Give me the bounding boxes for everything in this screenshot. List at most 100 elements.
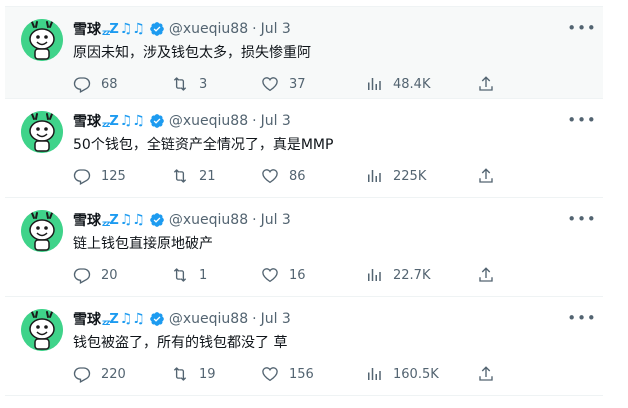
view-count: 160.5K — [393, 366, 439, 382]
retweet-count: 21 — [199, 168, 216, 184]
share-icon — [479, 366, 493, 381]
display-name[interactable]: 雪球 — [73, 19, 101, 39]
like-count: 86 — [289, 168, 306, 184]
views-chart-icon — [368, 368, 381, 380]
views-chart-icon — [368, 170, 381, 182]
reply-count: 220 — [101, 366, 126, 382]
user-handle[interactable]: @xueqiu88 — [169, 311, 248, 327]
verified-badge-icon — [149, 113, 165, 129]
tweet-actions: 68 3 37 48.4K — [73, 74, 503, 94]
tweet-header: 雪球 zzZ ♫♫ @xueqiu88 · Jul 3 — [73, 19, 291, 39]
tweet[interactable]: 雪球 zzZ ♫♫ @xueqiu88 · Jul 3 ••• 50个钱包，全链… — [5, 99, 603, 198]
retweet-button[interactable]: 3 — [171, 74, 207, 94]
avatar[interactable] — [21, 111, 63, 153]
more-icon[interactable]: ••• — [567, 17, 596, 39]
share-button[interactable] — [477, 364, 495, 384]
avatar[interactable] — [21, 210, 63, 252]
share-button[interactable] — [477, 74, 495, 94]
like-button[interactable]: 37 — [261, 74, 306, 94]
music-notes-emoji: ♫♫ — [119, 113, 145, 129]
display-name[interactable]: 雪球 — [73, 111, 101, 131]
tweet-actions: 20 1 16 22.7K — [73, 265, 503, 285]
view-count: 225K — [393, 168, 427, 184]
separator: · — [252, 212, 257, 228]
tweet[interactable]: 雪球 zzZ ♫♫ @xueqiu88 · Jul 3 ••• 原因未知，涉及钱… — [5, 6, 603, 99]
retweet-icon — [173, 268, 187, 282]
retweet-icon — [173, 169, 187, 183]
more-icon[interactable]: ••• — [567, 208, 596, 230]
retweet-count: 3 — [199, 76, 208, 92]
tweet-feed: 雪球 zzZ ♫♫ @xueqiu88 · Jul 3 ••• 原因未知，涉及钱… — [5, 6, 603, 396]
music-notes-emoji: ♫♫ — [119, 311, 145, 327]
separator: · — [252, 21, 257, 37]
share-button[interactable] — [477, 166, 495, 186]
tweet-text: 50个钱包，全链资产全情况了，真是MMP — [73, 137, 334, 153]
display-name[interactable]: 雪球 — [73, 309, 101, 329]
verified-badge-icon — [149, 311, 165, 327]
tweet[interactable]: 雪球 zzZ ♫♫ @xueqiu88 · Jul 3 ••• 钱包被盗了，所有… — [5, 297, 603, 396]
tweet-text: 原因未知，涉及钱包太多，损失惨重阿 — [73, 45, 311, 61]
user-handle[interactable]: @xueqiu88 — [169, 113, 248, 129]
more-icon[interactable]: ••• — [567, 307, 596, 329]
tweet-text: 链上钱包直接原地破产 — [73, 236, 213, 252]
tweet-header: 雪球 zzZ ♫♫ @xueqiu88 · Jul 3 — [73, 210, 291, 230]
view-count: 48.4K — [393, 76, 431, 92]
tweet-actions: 125 21 86 225K — [73, 166, 503, 186]
music-notes-emoji: ♫♫ — [119, 212, 145, 228]
tweet-date[interactable]: Jul 3 — [261, 21, 291, 37]
retweet-button[interactable]: 19 — [171, 364, 216, 384]
reply-icon — [73, 77, 91, 93]
tweet-date[interactable]: Jul 3 — [261, 113, 291, 129]
tweet-header: 雪球 zzZ ♫♫ @xueqiu88 · Jul 3 — [73, 111, 291, 131]
avatar[interactable] — [21, 309, 63, 351]
avatar[interactable] — [21, 19, 63, 61]
views-button[interactable]: 225K — [365, 166, 426, 186]
display-name[interactable]: 雪球 — [73, 210, 101, 230]
like-button[interactable]: 86 — [261, 166, 306, 186]
views-chart-icon — [368, 78, 381, 90]
retweet-button[interactable]: 21 — [171, 166, 216, 186]
share-icon — [479, 168, 493, 183]
like-count: 16 — [289, 267, 306, 283]
views-chart-icon — [368, 269, 381, 281]
tweet-date[interactable]: Jul 3 — [261, 311, 291, 327]
tweet-date[interactable]: Jul 3 — [261, 212, 291, 228]
separator: · — [252, 311, 257, 327]
retweet-count: 19 — [199, 366, 216, 382]
sleep-emoji: zzZ — [102, 21, 119, 37]
reply-button[interactable]: 125 — [73, 166, 126, 186]
user-handle[interactable]: @xueqiu88 — [169, 212, 248, 228]
user-handle[interactable]: @xueqiu88 — [169, 21, 248, 37]
retweet-icon — [173, 367, 187, 381]
reply-button[interactable]: 220 — [73, 364, 126, 384]
views-button[interactable]: 48.4K — [365, 74, 430, 94]
share-icon — [479, 267, 493, 282]
like-button[interactable]: 16 — [261, 265, 306, 285]
retweet-button[interactable]: 1 — [171, 265, 207, 285]
tweet-text: 钱包被盗了，所有的钱包都没了 草 — [73, 335, 288, 351]
sleep-emoji: zzZ — [102, 311, 119, 327]
heart-icon — [262, 169, 278, 184]
heart-icon — [262, 77, 278, 92]
reply-icon — [73, 268, 91, 284]
retweet-icon — [173, 77, 187, 91]
views-button[interactable]: 160.5K — [365, 364, 439, 384]
tweet-actions: 220 19 156 160.5K — [73, 364, 503, 384]
sleep-emoji: zzZ — [102, 113, 119, 129]
views-button[interactable]: 22.7K — [365, 265, 430, 285]
share-button[interactable] — [477, 265, 495, 285]
tweet[interactable]: 雪球 zzZ ♫♫ @xueqiu88 · Jul 3 ••• 链上钱包直接原地… — [5, 198, 603, 297]
like-button[interactable]: 156 — [261, 364, 314, 384]
reply-button[interactable]: 68 — [73, 74, 118, 94]
like-count: 37 — [289, 76, 306, 92]
verified-badge-icon — [149, 212, 165, 228]
retweet-count: 1 — [199, 267, 208, 283]
reply-button[interactable]: 20 — [73, 265, 118, 285]
share-icon — [479, 76, 493, 91]
sleep-emoji: zzZ — [102, 212, 119, 228]
view-count: 22.7K — [393, 267, 431, 283]
tweet-header: 雪球 zzZ ♫♫ @xueqiu88 · Jul 3 — [73, 309, 291, 329]
more-icon[interactable]: ••• — [567, 109, 596, 131]
reply-count: 125 — [101, 168, 126, 184]
music-notes-emoji: ♫♫ — [119, 21, 145, 37]
